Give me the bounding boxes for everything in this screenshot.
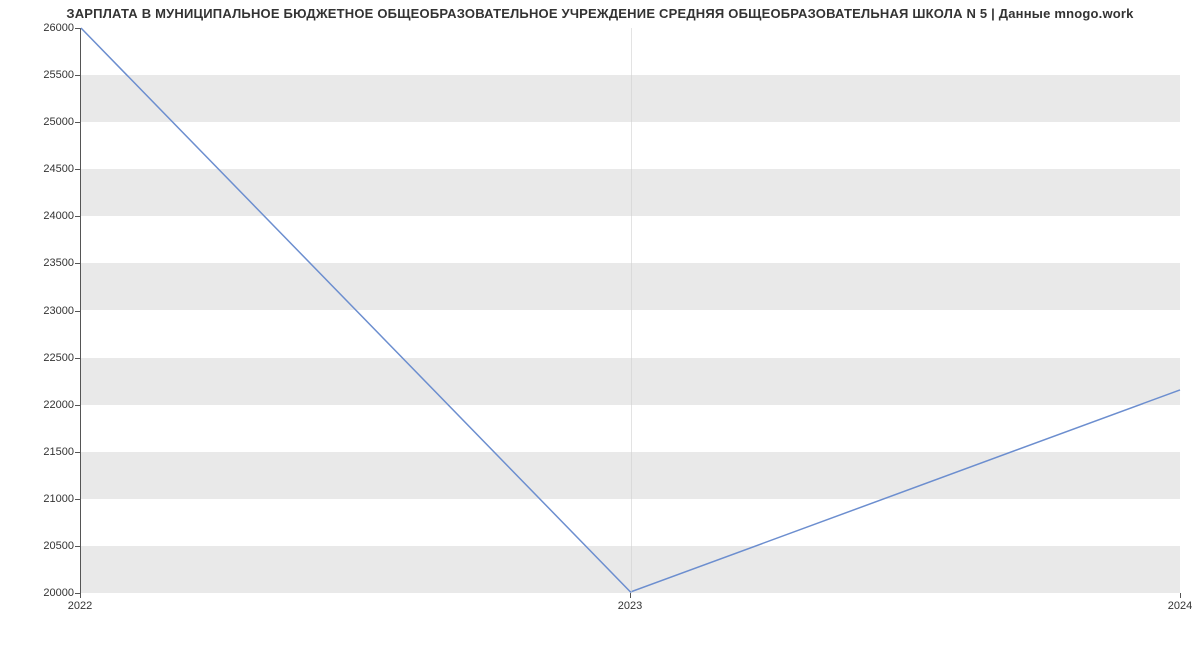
y-tick-mark	[75, 546, 80, 547]
y-tick-mark	[75, 169, 80, 170]
y-tick-mark	[75, 28, 80, 29]
y-tick-mark	[75, 358, 80, 359]
y-tick-mark	[75, 216, 80, 217]
chart-container: ЗАРПЛАТА В МУНИЦИПАЛЬНОЕ БЮДЖЕТНОЕ ОБЩЕО…	[0, 0, 1200, 650]
y-tick-label: 23500	[4, 257, 74, 269]
chart-title: ЗАРПЛАТА В МУНИЦИПАЛЬНОЕ БЮДЖЕТНОЕ ОБЩЕО…	[0, 6, 1200, 21]
y-tick-label: 25500	[4, 69, 74, 81]
y-tick-label: 23000	[4, 305, 74, 317]
x-tick-mark	[1180, 593, 1181, 598]
x-tick-mark	[630, 593, 631, 598]
x-tick-label: 2024	[1168, 600, 1192, 612]
plot-area	[80, 28, 1180, 593]
y-tick-mark	[75, 122, 80, 123]
y-tick-mark	[75, 452, 80, 453]
x-gridline	[631, 28, 632, 592]
y-tick-label: 20500	[4, 540, 74, 552]
y-tick-mark	[75, 311, 80, 312]
y-tick-label: 22000	[4, 399, 74, 411]
x-tick-mark	[80, 593, 81, 598]
y-tick-label: 24500	[4, 163, 74, 175]
x-tick-label: 2023	[618, 600, 642, 612]
y-tick-label: 25000	[4, 116, 74, 128]
y-tick-label: 26000	[4, 22, 74, 34]
y-tick-label: 21500	[4, 446, 74, 458]
y-tick-label: 22500	[4, 352, 74, 364]
y-tick-mark	[75, 499, 80, 500]
y-tick-mark	[75, 405, 80, 406]
x-tick-label: 2022	[68, 600, 92, 612]
y-tick-mark	[75, 263, 80, 264]
y-tick-label: 20000	[4, 587, 74, 599]
y-tick-label: 24000	[4, 210, 74, 222]
y-tick-label: 21000	[4, 493, 74, 505]
y-tick-mark	[75, 75, 80, 76]
